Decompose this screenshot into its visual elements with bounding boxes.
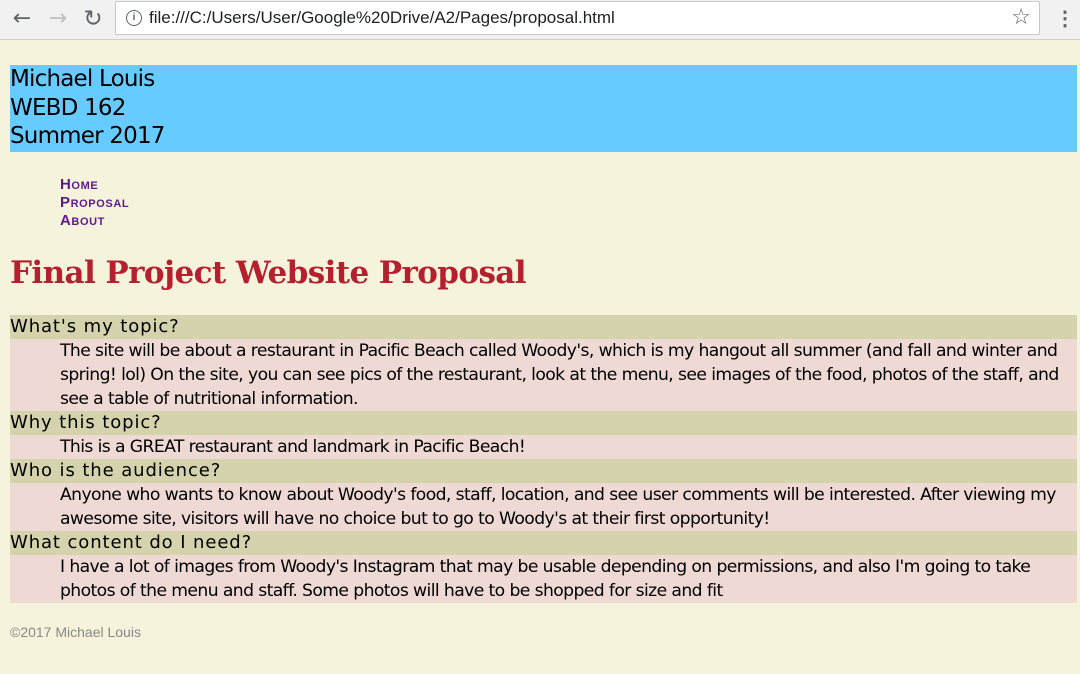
info-icon[interactable]: i	[126, 10, 142, 26]
section-question: What content do I need?	[10, 531, 1077, 555]
page-footer: ©2017 Michael Louis	[10, 624, 141, 640]
page-title: Final Project Website Proposal	[10, 255, 527, 291]
nav-link-proposal[interactable]: Proposal	[60, 194, 129, 212]
url-text[interactable]: file:///C:/Users/User/Google%20Drive/A2/…	[149, 8, 615, 28]
forward-arrow-icon[interactable]: →	[44, 5, 72, 33]
section-question: Why this topic?	[10, 411, 1077, 435]
site-nav: Home Proposal About	[60, 176, 129, 230]
course-code: WEBD 162	[10, 94, 126, 121]
section-answer: Anyone who wants to know about Woody's f…	[10, 483, 1077, 531]
back-arrow-icon[interactable]: ←	[8, 5, 36, 33]
proposal-section-topic: What's my topic? The site will be about …	[10, 315, 1077, 411]
nav-link-home[interactable]: Home	[60, 176, 129, 194]
proposal-section-content: What content do I need? I have a lot of …	[10, 531, 1077, 603]
bookmark-star-icon[interactable]: ☆	[1011, 5, 1031, 31]
address-bar[interactable]: i file:///C:/Users/User/Google%20Drive/A…	[115, 1, 1040, 35]
proposal-section-audience: Who is the audience? Anyone who wants to…	[10, 459, 1077, 531]
proposal-section-why: Why this topic? This is a GREAT restaura…	[10, 411, 1077, 459]
section-answer: This is a GREAT restaurant and landmark …	[10, 435, 1077, 459]
page-header: Michael Louis WEBD 162 Summer 2017	[10, 65, 1077, 152]
nav-link-about[interactable]: About	[60, 212, 129, 230]
section-answer: The site will be about a restaurant in P…	[10, 339, 1077, 411]
kebab-menu-icon[interactable]: ⋮	[1055, 5, 1075, 33]
section-answer: I have a lot of images from Woody's Inst…	[10, 555, 1077, 603]
section-question: Who is the audience?	[10, 459, 1077, 483]
reload-icon[interactable]: ↻	[79, 5, 107, 33]
course-term: Summer 2017	[10, 123, 165, 149]
section-question: What's my topic?	[10, 315, 1077, 339]
author-name: Michael Louis	[10, 66, 155, 92]
browser-toolbar: ← → ↻ i file:///C:/Users/User/Google%20D…	[0, 0, 1080, 40]
